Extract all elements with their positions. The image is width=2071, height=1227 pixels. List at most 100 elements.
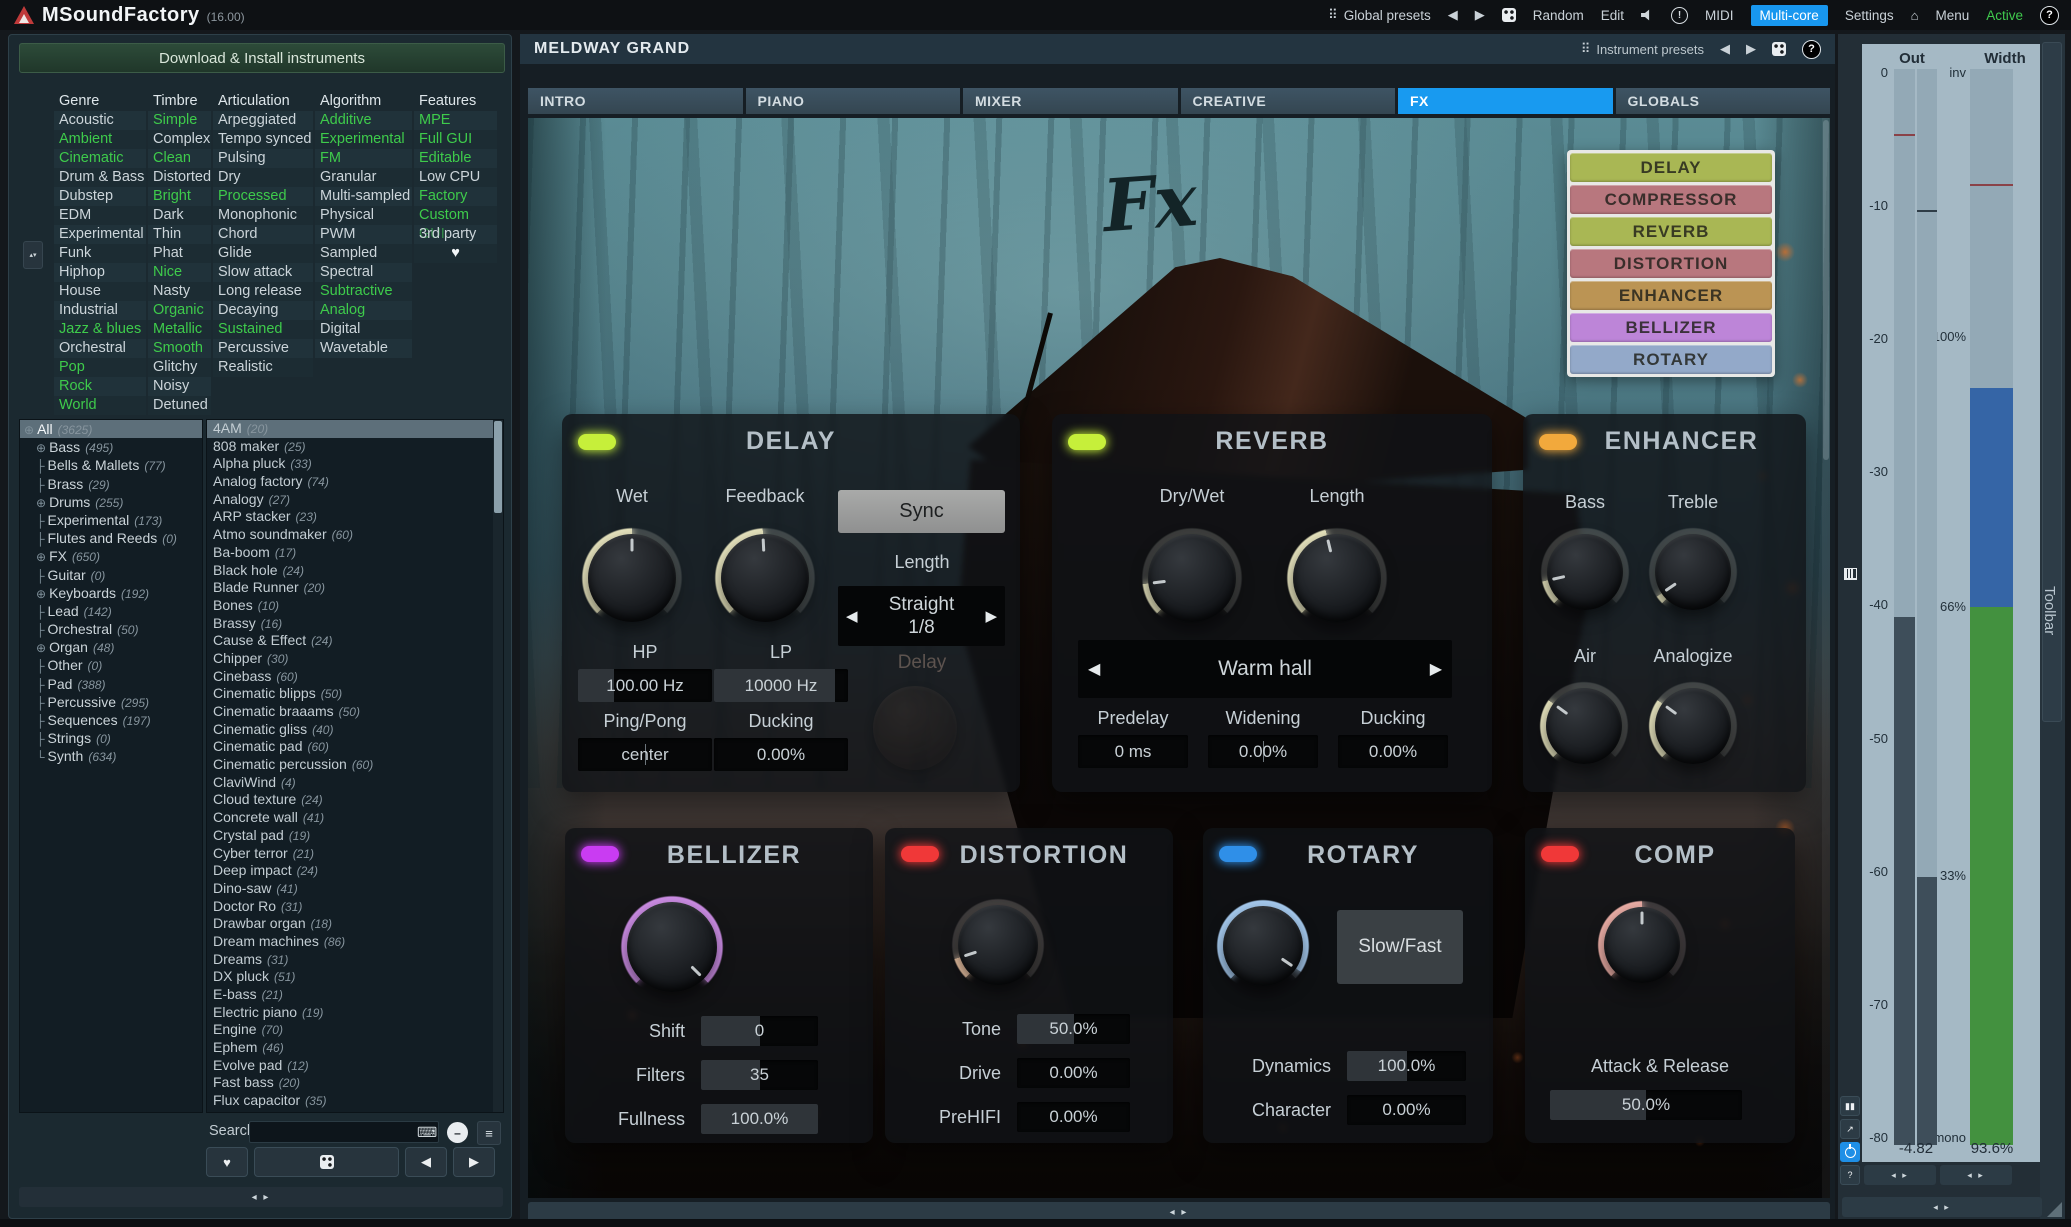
reverb-preset-selector[interactable]: ◀ Warm hall ▶ [1078,640,1452,698]
bellizer-knob[interactable] [627,902,717,992]
tree-expand-icon[interactable]: └ [36,750,45,764]
filter-option-Smooth[interactable]: Smooth [148,339,211,358]
reverb-length-knob[interactable] [1293,534,1381,622]
tree-item-Organ[interactable]: ⊕Organ(48) [20,638,202,656]
scrollbar-thumb[interactable] [494,421,502,513]
filter-option-Nasty[interactable]: Nasty [148,282,211,301]
filter-spinner[interactable]: ▴▾ [23,241,43,269]
tree-expand-icon[interactable]: ├ [36,514,45,528]
tree-item-Strings[interactable]: ├Strings(0) [20,729,202,747]
tree-expand-icon[interactable]: ├ [36,605,45,619]
filter-option-Arpeggiated[interactable]: Arpeggiated [213,111,313,130]
filter-option-Physical[interactable]: Physical [315,206,412,225]
instrument-item-Doctor Ro[interactable]: Doctor Ro(31) [207,898,503,916]
filter-option-MPE[interactable]: MPE [414,111,497,130]
tree-expand-icon[interactable]: ⊕ [36,496,46,510]
out-meter-right-bar[interactable] [1917,69,1937,1145]
instrument-item-Cinematic braaams[interactable]: Cinematic braaams(50) [207,703,503,721]
instrument-item-Chipper[interactable]: Chipper(30) [207,650,503,668]
instrument-item-Engine[interactable]: Engine(70) [207,1021,503,1039]
value-box[interactable]: 0.00% [1017,1058,1130,1088]
value-box[interactable]: 50.0% [1550,1090,1742,1120]
tree-item-Pad[interactable]: ├Pad(388) [20,675,202,693]
tree-item-FX[interactable]: ⊕FX(650) [20,547,202,565]
tree-item-Bass[interactable]: ⊕Bass(495) [20,438,202,456]
value-box[interactable]: 10000 Hz [714,669,848,702]
bass-knob[interactable] [1547,534,1623,610]
help-icon[interactable]: ? [2040,6,2059,25]
chain-compressor-button[interactable]: COMPRESSOR [1570,185,1772,214]
filter-option-Glitchy[interactable]: Glitchy [148,358,211,377]
predelay-field[interactable]: Predelay0 ms [1078,708,1188,768]
tab-piano[interactable]: PIANO [746,88,961,114]
meter-bottom-resize[interactable]: ◂ ▸ [1842,1197,2042,1217]
tree-item-All[interactable]: ⊕All(3625) [20,420,202,438]
tree-expand-icon[interactable]: ⊕ [36,550,46,564]
instrument-item-Cyber terror[interactable]: Cyber terror(21) [207,845,503,863]
tree-expand-icon[interactable]: ├ [36,478,45,492]
feedback-knob[interactable] [721,534,809,622]
multicore-button[interactable]: Multi-core [1751,5,1828,26]
value-box[interactable]: 100.0% [701,1104,818,1134]
filter-option-Nice[interactable]: Nice [148,263,211,282]
instrument-item-ARP stacker[interactable]: ARP stacker(23) [207,508,503,526]
chain-distortion-button[interactable]: DISTORTION [1570,249,1772,278]
value-box[interactable]: 0.00% [714,738,848,771]
instrument-help-icon[interactable]: ? [1802,40,1821,59]
tree-item-Bells & Mallets[interactable]: ├Bells & Mallets(77) [20,456,202,474]
filter-option-Dubstep[interactable]: Dubstep [54,187,146,206]
instrument-item-Atmo soundmaker[interactable]: Atmo soundmaker(60) [207,526,503,544]
instrument-item-Cause & Effect[interactable]: Cause & Effect(24) [207,632,503,650]
instrument-item-Crystal pad[interactable]: Crystal pad(19) [207,827,503,845]
value-box[interactable]: 0.00% [1208,735,1318,768]
speaker-icon[interactable] [1641,9,1654,21]
instrument-item-ClaviWind[interactable]: ClaviWind(4) [207,774,503,792]
chain-bellizer-button[interactable]: BELLIZER [1570,313,1772,342]
tree-expand-icon[interactable]: ⊕ [24,423,34,437]
filter-option-Rock[interactable]: Rock [54,377,146,396]
value-box[interactable]: 0 [701,1016,818,1046]
filter-option-Factory[interactable]: Factory [414,187,497,206]
window-resize-corner[interactable] [2047,1202,2062,1217]
filter-option-3rd party[interactable]: 3rd party [414,225,497,244]
previous-instrument-button[interactable]: ◀ [405,1147,447,1177]
value-box[interactable]: center [578,738,712,771]
tree-expand-icon[interactable]: ├ [36,623,45,637]
filter-option-Dark[interactable]: Dark [148,206,211,225]
next-preset-button[interactable]: ▶ [1475,7,1485,23]
filter-option-Realistic[interactable]: Realistic [213,358,313,377]
filter-option-Decaying[interactable]: Decaying [213,301,313,320]
filter-option-World[interactable]: World [54,396,146,415]
tree-expand-icon[interactable]: ⊕ [36,441,46,455]
filter-option-Monophonic[interactable]: Monophonic [213,206,313,225]
reverb-ducking-field[interactable]: Ducking0.00% [1338,708,1448,768]
instrument-item-Analog factory[interactable]: Analog factory(74) [207,473,503,491]
tree-expand-icon[interactable]: ⊕ [36,587,46,601]
filter-option-Low CPU[interactable]: Low CPU [414,168,497,187]
instrument-item-Dream machines[interactable]: Dream machines(86) [207,933,503,951]
value-box[interactable]: 0.00% [1338,735,1448,768]
tree-item-Percussive[interactable]: ├Percussive(295) [20,693,202,711]
filter-option-Thin[interactable]: Thin [148,225,211,244]
value-box[interactable]: 100.0% [1347,1051,1466,1081]
global-presets-button[interactable]: ⠿Global presets [1328,7,1431,23]
tree-item-Flutes and Reeds[interactable]: ├Flutes and Reeds(0) [20,529,202,547]
filter-option-Detuned[interactable]: Detuned [148,396,211,415]
lp-field[interactable]: LP10000 Hz [714,642,848,702]
tree-item-Orchestral[interactable]: ├Orchestral(50) [20,620,202,638]
stepper-prev-icon[interactable]: ◀ [846,607,858,625]
filter-option-Organic[interactable]: Organic [148,301,211,320]
delay-length-stepper[interactable]: ◀ Straight1/8 ▶ [838,586,1005,646]
wet-knob[interactable] [588,534,676,622]
filter-option-Jazz & blues[interactable]: Jazz & blues [54,320,146,339]
favorite-button[interactable]: ♥ [206,1147,248,1177]
meter-help-icon[interactable]: ? [1840,1165,1860,1185]
filter-option-Sustained[interactable]: Sustained [213,320,313,339]
delay-disabled-knob[interactable] [873,686,957,770]
filter-option-Long release[interactable]: Long release [213,282,313,301]
filter-option-Glide[interactable]: Glide [213,244,313,263]
power-button[interactable] [1840,1142,1860,1162]
filter-option-Multi-sampled[interactable]: Multi-sampled [315,187,412,206]
filter-option-Complex[interactable]: Complex [148,130,211,149]
pause-meter-button[interactable]: ▮▮ [1840,1096,1860,1116]
